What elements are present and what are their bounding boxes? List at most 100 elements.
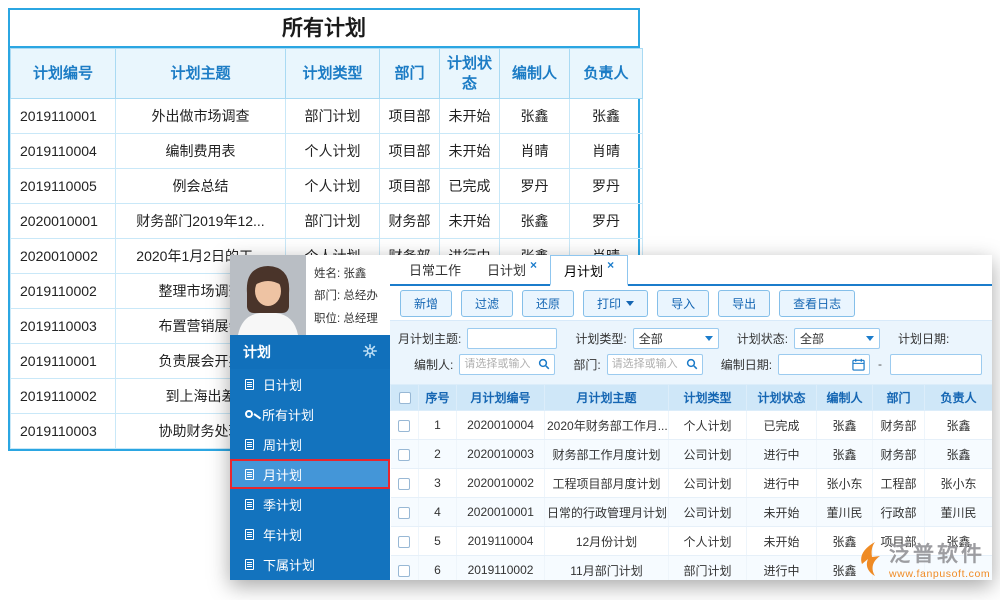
plan-id-link[interactable]: 2020010003 xyxy=(457,440,545,469)
bg-column-header: 负责人 xyxy=(570,49,643,99)
status-select[interactable]: 全部 xyxy=(794,328,880,349)
profile-position: 职位: 总经理 xyxy=(314,308,388,330)
type-filter-label: 计划类型: xyxy=(575,330,626,347)
plan-subject-link[interactable]: 工程项目部月度计划 xyxy=(545,469,669,498)
table-cell: 2020010002 xyxy=(11,239,116,274)
sidebar-section-plan[interactable]: 计划 xyxy=(230,335,390,369)
plan-id-link[interactable]: 2020010002 xyxy=(457,469,545,498)
plan-column-header: 月计划主题 xyxy=(545,385,669,411)
compile-date-end-input[interactable] xyxy=(890,354,982,375)
plan-index: 4 xyxy=(419,498,457,527)
chevron-down-icon xyxy=(866,336,874,341)
sidebar-item-label: 日计划 xyxy=(263,375,302,394)
filter-row-2: 编制人: 部门: 编制日期: - xyxy=(398,351,984,377)
row-checkbox[interactable] xyxy=(398,536,410,548)
filter-button[interactable]: 过滤 xyxy=(461,290,513,317)
plan-dept: 财务部 xyxy=(873,411,925,440)
plan-type: 公司计划 xyxy=(669,498,747,527)
sidebar-item-quarterly[interactable]: 季计划 xyxy=(230,489,390,519)
subject-filter-label: 月计划主题: xyxy=(398,330,461,347)
sidebar-item-label: 季计划 xyxy=(263,495,302,514)
import-button[interactable]: 导入 xyxy=(657,290,709,317)
plan-column-header: 序号 xyxy=(419,385,457,411)
sidebar-item-label: 周计划 xyxy=(263,435,302,454)
plan-compiler-link[interactable]: 张鑫 xyxy=(817,411,873,440)
table-cell: 项目部 xyxy=(380,169,440,204)
plan-dept: 行政部 xyxy=(873,498,925,527)
plan-subject-link[interactable]: 2020年财务部工作月... xyxy=(545,411,669,440)
plan-status: 已完成 xyxy=(747,411,817,440)
plan-owner-link[interactable]: 张鑫 xyxy=(925,411,993,440)
select-all-checkbox[interactable] xyxy=(399,392,411,404)
add-button[interactable]: 新增 xyxy=(400,290,452,317)
table-row[interactable]: 2019110001外出做市场调查部门计划项目部未开始张鑫张鑫 xyxy=(11,99,643,134)
plan-owner-link[interactable]: 张鑫 xyxy=(925,440,993,469)
plan-id-link[interactable]: 2020010001 xyxy=(457,498,545,527)
table-row[interactable]: 2019110005例会总结个人计划项目部已完成罗丹罗丹 xyxy=(11,169,643,204)
plan-row[interactable]: 120200100042020年财务部工作月...个人计划已完成张鑫财务部张鑫 xyxy=(391,411,993,440)
view-logs-button[interactable]: 查看日志 xyxy=(779,290,855,317)
plan-index: 5 xyxy=(419,527,457,556)
plan-owner-link[interactable]: 张小东 xyxy=(925,469,993,498)
plan-id-link[interactable]: 2020010004 xyxy=(457,411,545,440)
plan-id-link[interactable]: 2019110004 xyxy=(457,527,545,556)
plan-compiler-link[interactable]: 董川民 xyxy=(817,498,873,527)
filter-panel: 月计划主题: 计划类型: 全部 计划状态: 全部 计划日期: 编制人: xyxy=(390,320,992,384)
tab-bar: 日常工作日计划×月计划× xyxy=(390,255,992,286)
sidebar-item-subordinate[interactable]: 下属计划 xyxy=(230,549,390,579)
plan-subject-link[interactable]: 财务部工作月度计划 xyxy=(545,440,669,469)
file-icon xyxy=(245,439,254,450)
reset-button[interactable]: 还原 xyxy=(522,290,574,317)
all-plans-header-row: 计划编号计划主题计划类型部门计划状态编制人负责人 xyxy=(11,49,643,99)
plan-date-filter-label: 计划日期: xyxy=(898,330,949,347)
sidebar-item-monthly[interactable]: 月计划 xyxy=(230,459,390,489)
brand-watermark: 泛普软件 www.fanpusoft.com xyxy=(856,541,990,582)
row-checkbox[interactable] xyxy=(398,449,410,461)
compile-date-start-input[interactable] xyxy=(778,354,870,375)
type-select[interactable]: 全部 xyxy=(633,328,719,349)
sidebar-item-all[interactable]: 所有计划 xyxy=(230,399,390,429)
dept-search-input[interactable] xyxy=(612,358,686,370)
row-checkbox[interactable] xyxy=(398,565,410,577)
table-row[interactable]: 2020010001财务部门2019年12...部门计划财务部未开始张鑫罗丹 xyxy=(11,204,643,239)
profile-dept: 部门: 总经办 xyxy=(314,285,388,307)
table-cell: 罗丹 xyxy=(570,169,643,204)
plan-id-link[interactable]: 2019110002 xyxy=(457,556,545,581)
tab-daily-work[interactable]: 日常工作 xyxy=(396,255,474,284)
sidebar-item-daily[interactable]: 日计划 xyxy=(230,369,390,399)
status-select-value: 全部 xyxy=(800,330,824,347)
table-cell: 肖晴 xyxy=(500,134,570,169)
print-button[interactable]: 打印 xyxy=(583,290,648,317)
bg-column-header: 计划编号 xyxy=(11,49,116,99)
all-plans-title: 所有计划 xyxy=(10,10,638,48)
dept-search-field[interactable] xyxy=(607,354,703,375)
table-row[interactable]: 2019110004编制费用表个人计划项目部未开始肖晴肖晴 xyxy=(11,134,643,169)
plan-subject-link[interactable]: 日常的行政管理月计划 xyxy=(545,498,669,527)
row-checkbox[interactable] xyxy=(398,420,410,432)
table-cell: 2019110002 xyxy=(11,379,116,414)
subject-filter-input[interactable] xyxy=(467,328,557,349)
plan-row[interactable]: 22020010003财务部工作月度计划公司计划进行中张鑫财务部张鑫 xyxy=(391,440,993,469)
plan-subject-link[interactable]: 12月份计划 xyxy=(545,527,669,556)
type-select-value: 全部 xyxy=(639,330,663,347)
plan-compiler-link[interactable]: 张鑫 xyxy=(817,440,873,469)
row-checkbox[interactable] xyxy=(398,507,410,519)
sidebar-item-weekly[interactable]: 周计划 xyxy=(230,429,390,459)
export-button[interactable]: 导出 xyxy=(718,290,770,317)
sidebar-item-yearly[interactable]: 年计划 xyxy=(230,519,390,549)
plan-index: 6 xyxy=(419,556,457,581)
compiler-search-field[interactable] xyxy=(459,354,555,375)
plan-subject-link[interactable]: 11月部门计划 xyxy=(545,556,669,581)
plan-row[interactable]: 32020010002工程项目部月度计划公司计划进行中张小东工程部张小东 xyxy=(391,469,993,498)
plan-row[interactable]: 42020010001日常的行政管理月计划公司计划未开始董川民行政部董川民 xyxy=(391,498,993,527)
close-icon[interactable]: × xyxy=(530,258,537,272)
compiler-search-input[interactable] xyxy=(464,358,538,370)
row-checkbox[interactable] xyxy=(398,478,410,490)
plan-compiler-link[interactable]: 张小东 xyxy=(817,469,873,498)
tab-daily-plan[interactable]: 日计划× xyxy=(474,255,550,284)
dept-filter-label: 部门: xyxy=(573,356,600,373)
tab-monthly-plan[interactable]: 月计划× xyxy=(550,255,628,286)
close-icon[interactable]: × xyxy=(607,258,614,272)
plan-owner-link[interactable]: 董川民 xyxy=(925,498,993,527)
gear-icon[interactable] xyxy=(363,344,377,361)
